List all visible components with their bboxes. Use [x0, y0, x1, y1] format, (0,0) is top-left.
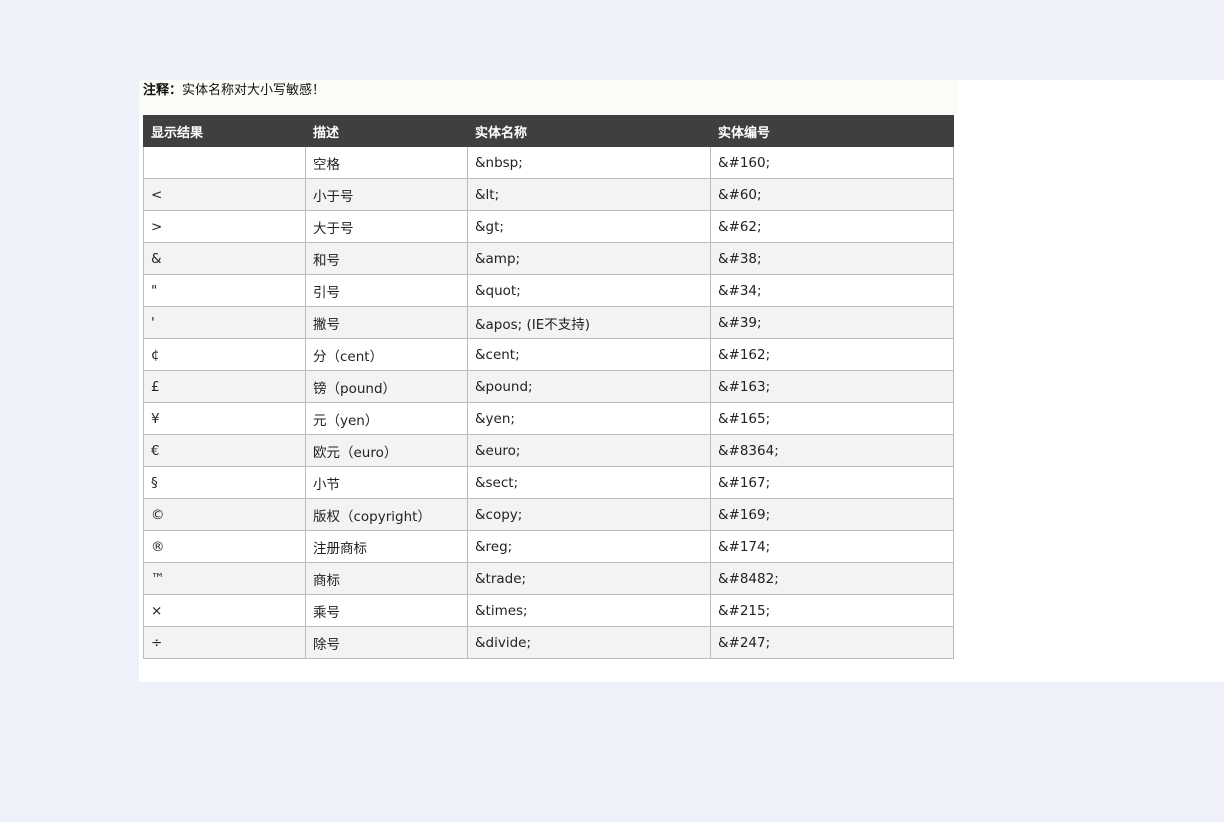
cell-description: 除号	[305, 626, 468, 659]
cell-display-result: £	[143, 370, 306, 403]
cell-description: 注册商标	[305, 530, 468, 563]
cell-display-result: ™	[143, 562, 306, 595]
cell-entity-number: &#215;	[710, 594, 954, 627]
note-label: 注释：	[143, 83, 183, 98]
cell-entity-name: &nbsp;	[467, 146, 711, 179]
cell-description: 大于号	[305, 210, 468, 243]
table-row: ' 撇号 &apos; (IE不支持) &#39;	[143, 306, 954, 339]
cell-entity-name: &lt;	[467, 178, 711, 211]
cell-entity-number: &#60;	[710, 178, 954, 211]
cell-display-result: €	[143, 434, 306, 467]
cell-description: 小节	[305, 466, 468, 499]
header-display-result: 显示结果	[143, 115, 306, 147]
table-row: " 引号 &quot; &#34;	[143, 274, 954, 307]
cell-display-result: ®	[143, 530, 306, 563]
cell-entity-name: &gt;	[467, 210, 711, 243]
table-row: & 和号 &amp; &#38;	[143, 242, 954, 275]
content-panel: 注释：实体名称对大小写敏感！ 显示结果 描述 实体名称 实体编号 空格 &nbsp…	[139, 80, 1224, 682]
table-row: £ 镑（pound） &pound; &#163;	[143, 370, 954, 403]
cell-display-result: "	[143, 274, 306, 307]
case-sensitivity-note: 注释：实体名称对大小写敏感！	[143, 82, 325, 100]
cell-entity-name: &euro;	[467, 434, 711, 467]
cell-entity-name: &pound;	[467, 370, 711, 403]
cell-display-result: ¢	[143, 338, 306, 371]
table-row: ™ 商标 &trade; &#8482;	[143, 562, 954, 595]
cell-description: 引号	[305, 274, 468, 307]
note-text: 实体名称对大小写敏感！	[182, 83, 326, 98]
table-row: > 大于号 &gt; &#62;	[143, 210, 954, 243]
cell-description: 乘号	[305, 594, 468, 627]
cell-description: 商标	[305, 562, 468, 595]
table-row: 空格 &nbsp; &#160;	[143, 146, 954, 179]
table-row: × 乘号 &times; &#215;	[143, 594, 954, 627]
html-entities-table: 显示结果 描述 实体名称 实体编号 空格 &nbsp; &#160; < 小于号 &lt;…	[143, 115, 954, 659]
table-row: ¢ 分（cent） &cent; &#162;	[143, 338, 954, 371]
cell-entity-number: &#163;	[710, 370, 954, 403]
cell-display-result	[143, 146, 306, 179]
cell-description: 元（yen）	[305, 402, 468, 435]
cell-display-result: &	[143, 242, 306, 275]
header-row: 显示结果 描述 实体名称 实体编号	[143, 115, 954, 147]
cell-entity-number: &#34;	[710, 274, 954, 307]
cell-entity-name: &trade;	[467, 562, 711, 595]
header-description: 描述	[305, 115, 468, 147]
cell-entity-number: &#169;	[710, 498, 954, 531]
cell-entity-name: &reg;	[467, 530, 711, 563]
cell-display-result: '	[143, 306, 306, 339]
cell-entity-number: &#247;	[710, 626, 954, 659]
table-row: ¥ 元（yen） &yen; &#165;	[143, 402, 954, 435]
cell-entity-name: &copy;	[467, 498, 711, 531]
table-row: ÷ 除号 &divide; &#247;	[143, 626, 954, 659]
table-body: 空格 &nbsp; &#160; < 小于号 &lt; &#60; > 大于号 &gt; &#62;…	[143, 146, 954, 659]
cell-entity-number: &#62;	[710, 210, 954, 243]
cell-entity-name: &divide;	[467, 626, 711, 659]
table-row: § 小节 &sect; &#167;	[143, 466, 954, 499]
cell-entity-number: &#39;	[710, 306, 954, 339]
cell-entity-number: &#8364;	[710, 434, 954, 467]
cell-entity-name: &cent;	[467, 338, 711, 371]
cell-entity-name: &times;	[467, 594, 711, 627]
cell-display-result: >	[143, 210, 306, 243]
table-row: ® 注册商标 &reg; &#174;	[143, 530, 954, 563]
cell-description: 空格	[305, 146, 468, 179]
cell-entity-name: &amp;	[467, 242, 711, 275]
cell-entity-name: &yen;	[467, 402, 711, 435]
cell-display-result: ÷	[143, 626, 306, 659]
cell-entity-name: &sect;	[467, 466, 711, 499]
cell-display-result: <	[143, 178, 306, 211]
cell-description: 分（cent）	[305, 338, 468, 371]
cell-entity-number: &#8482;	[710, 562, 954, 595]
cell-entity-number: &#167;	[710, 466, 954, 499]
header-entity-name: 实体名称	[467, 115, 711, 147]
cell-description: 小于号	[305, 178, 468, 211]
cell-display-result: ©	[143, 498, 306, 531]
cell-entity-number: &#165;	[710, 402, 954, 435]
cell-entity-name: &apos; (IE不支持)	[467, 306, 711, 339]
cell-display-result: ¥	[143, 402, 306, 435]
table-row: € 欧元（euro） &euro; &#8364;	[143, 434, 954, 467]
header-entity-number: 实体编号	[710, 115, 954, 147]
cell-description: 和号	[305, 242, 468, 275]
cell-entity-number: &#174;	[710, 530, 954, 563]
table-row: < 小于号 &lt; &#60;	[143, 178, 954, 211]
cell-description: 镑（pound）	[305, 370, 468, 403]
note-strip: 注释：实体名称对大小写敏感！	[139, 80, 957, 115]
cell-entity-name: &quot;	[467, 274, 711, 307]
cell-description: 撇号	[305, 306, 468, 339]
table-row: © 版权（copyright） &copy; &#169;	[143, 498, 954, 531]
cell-entity-number: &#38;	[710, 242, 954, 275]
cell-description: 欧元（euro）	[305, 434, 468, 467]
table-header: 显示结果 描述 实体名称 实体编号	[143, 115, 954, 147]
cell-entity-number: &#162;	[710, 338, 954, 371]
cell-display-result: §	[143, 466, 306, 499]
cell-description: 版权（copyright）	[305, 498, 468, 531]
cell-entity-number: &#160;	[710, 146, 954, 179]
cell-display-result: ×	[143, 594, 306, 627]
